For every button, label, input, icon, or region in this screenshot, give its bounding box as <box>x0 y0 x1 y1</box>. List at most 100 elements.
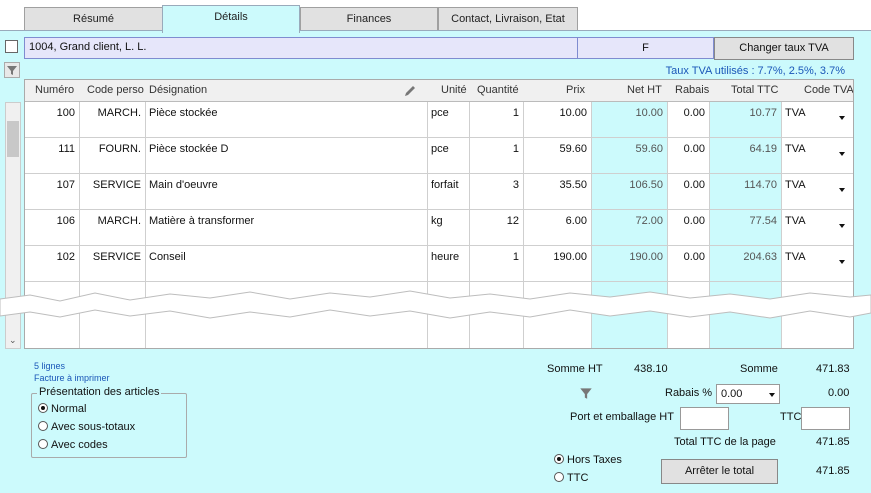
col-numero[interactable]: Numéro <box>35 84 74 96</box>
print-invoice-link[interactable]: Facture à imprimer <box>34 373 110 383</box>
filter-icon[interactable] <box>4 62 20 78</box>
radio-normal[interactable]: Normal <box>38 403 86 415</box>
radio-ttc[interactable]: TTC <box>554 472 588 484</box>
cell-code-tva[interactable]: TVA <box>785 215 806 227</box>
cell-unite: pce <box>431 143 449 155</box>
cell-net-ht: 59.60 <box>635 143 663 155</box>
radio-icon <box>554 472 564 482</box>
somme-ht-label: Somme HT <box>547 363 603 375</box>
cell-numero: 106 <box>56 215 75 227</box>
port-ttc-input[interactable] <box>801 407 850 430</box>
dropdown-arrow-icon[interactable] <box>839 188 845 192</box>
radio-hors-taxes[interactable]: Hors Taxes <box>554 454 622 466</box>
cell-prix: 35.50 <box>559 179 587 191</box>
cell-quantite: 12 <box>506 215 519 227</box>
radio-icon <box>38 421 48 431</box>
table-row[interactable]: 107 SERVICE Main d'oeuvre forfait 3 35.5… <box>25 174 853 210</box>
tab-label: Résumé <box>73 13 114 25</box>
cell-code-tva[interactable]: TVA <box>785 143 806 155</box>
cell-code: SERVICE <box>92 251 141 263</box>
radio-sous-totaux[interactable]: Avec sous-totaux <box>38 421 135 433</box>
port-ht-input[interactable] <box>680 407 729 430</box>
tab-resume[interactable]: Résumé <box>24 7 163 31</box>
cell-total-ttc: 64.19 <box>749 143 777 155</box>
somme-label: Somme <box>740 363 778 375</box>
total-page-label: Total TTC de la page <box>674 436 776 448</box>
dropdown-arrow-icon[interactable] <box>839 260 845 264</box>
table-row[interactable]: 102 SERVICE Conseil heure 1 190.00 190.0… <box>25 246 853 282</box>
radio-label: TTC <box>567 472 589 484</box>
col-total-ttc[interactable]: Total TTC <box>731 84 778 96</box>
select-all-checkbox[interactable] <box>5 40 18 53</box>
cell-net-ht: 72.00 <box>635 215 663 227</box>
port-label: Port et emballage HT <box>570 411 674 423</box>
filter-icon[interactable] <box>578 385 594 401</box>
col-unite[interactable]: Unité <box>441 84 467 96</box>
dropdown-arrow-icon[interactable] <box>839 116 845 120</box>
col-designation[interactable]: Désignation <box>149 84 207 96</box>
radio-label: Normal <box>51 403 87 415</box>
cell-code-tva[interactable]: TVA <box>785 107 806 119</box>
cell-unite: kg <box>431 215 443 227</box>
cell-code: FOURN. <box>98 143 141 155</box>
pencil-icon[interactable] <box>402 83 418 102</box>
dropdown-arrow-icon[interactable] <box>839 152 845 156</box>
stop-total-button[interactable]: Arrêter le total <box>661 459 778 484</box>
cell-rabais: 0.00 <box>683 143 705 155</box>
cell-prix: 59.60 <box>559 143 587 155</box>
tab-contact[interactable]: Contact, Livraison, Etat <box>438 7 578 31</box>
cell-total-ttc: 204.63 <box>743 251 777 263</box>
col-code-perso[interactable]: Code perso <box>87 84 144 96</box>
cell-unite: pce <box>431 107 449 119</box>
table-row[interactable]: 100 MARCH. Pièce stockée pce 1 10.00 10.… <box>25 102 853 138</box>
col-rabais[interactable]: Rabais <box>675 84 709 96</box>
cell-total-ttc: 77.54 <box>749 215 777 227</box>
radio-avec-codes[interactable]: Avec codes <box>38 439 108 451</box>
rabais-select-value: 0.00 <box>721 388 743 400</box>
col-net-ht[interactable]: Net HT <box>627 84 662 96</box>
cell-rabais: 0.00 <box>683 179 705 191</box>
cell-designation: Conseil <box>149 251 186 263</box>
table-row[interactable]: 111 FOURN. Pièce stockée D pce 1 59.60 5… <box>25 138 853 174</box>
radio-icon <box>38 403 48 413</box>
cell-numero: 100 <box>56 107 75 119</box>
cell-numero: 111 <box>58 143 75 155</box>
col-prix[interactable]: Prix <box>566 84 585 96</box>
table-row[interactable]: 106 MARCH. Matière à transformer kg 12 6… <box>25 210 853 246</box>
dropdown-arrow-icon[interactable] <box>769 393 775 397</box>
cell-prix: 6.00 <box>565 215 587 227</box>
radio-icon <box>554 454 564 464</box>
somme-ht-value: 438.10 <box>634 363 668 375</box>
tab-label: Contact, Livraison, Etat <box>451 13 565 25</box>
presentation-group: Présentation des articles Normal Avec so… <box>31 386 187 458</box>
cell-designation: Matière à transformer <box>149 215 255 227</box>
radio-label: Hors Taxes <box>567 454 622 466</box>
rabais-select[interactable]: 0.00 <box>716 384 780 404</box>
dropdown-arrow-icon[interactable] <box>839 224 845 228</box>
client-code-field[interactable]: F <box>577 37 714 59</box>
tab-details[interactable]: Détails <box>162 5 300 33</box>
scroll-down-icon[interactable]: ⌄ <box>9 335 17 346</box>
cell-numero: 107 <box>56 179 75 191</box>
tva-used-label: Taux TVA utilisés : 7.7%, 2.5%, 3.7% <box>665 65 845 77</box>
cell-prix: 190.00 <box>553 251 587 263</box>
change-tva-button[interactable]: Changer taux TVA <box>714 37 854 60</box>
scrollbar-thumb[interactable] <box>7 121 19 157</box>
cell-quantite: 1 <box>512 143 519 155</box>
tab-finances[interactable]: Finances <box>300 7 438 31</box>
cell-rabais: 0.00 <box>683 251 705 263</box>
rabais-label: Rabais % <box>665 387 713 399</box>
cell-designation: Pièce stockée <box>149 107 218 119</box>
cell-designation: Main d'oeuvre <box>149 179 218 191</box>
col-code-tva[interactable]: Code TVA <box>804 84 853 96</box>
client-field[interactable]: 1004, Grand client, L. L. <box>24 37 578 59</box>
cell-code: SERVICE <box>92 179 141 191</box>
cell-rabais: 0.00 <box>683 107 705 119</box>
cell-net-ht: 190.00 <box>629 251 663 263</box>
cell-net-ht: 10.00 <box>635 107 663 119</box>
cell-code-tva[interactable]: TVA <box>785 251 806 263</box>
cell-numero: 102 <box>56 251 75 263</box>
cell-unite: forfait <box>431 179 459 191</box>
col-quantite[interactable]: Quantité <box>477 84 519 96</box>
cell-code-tva[interactable]: TVA <box>785 179 806 191</box>
